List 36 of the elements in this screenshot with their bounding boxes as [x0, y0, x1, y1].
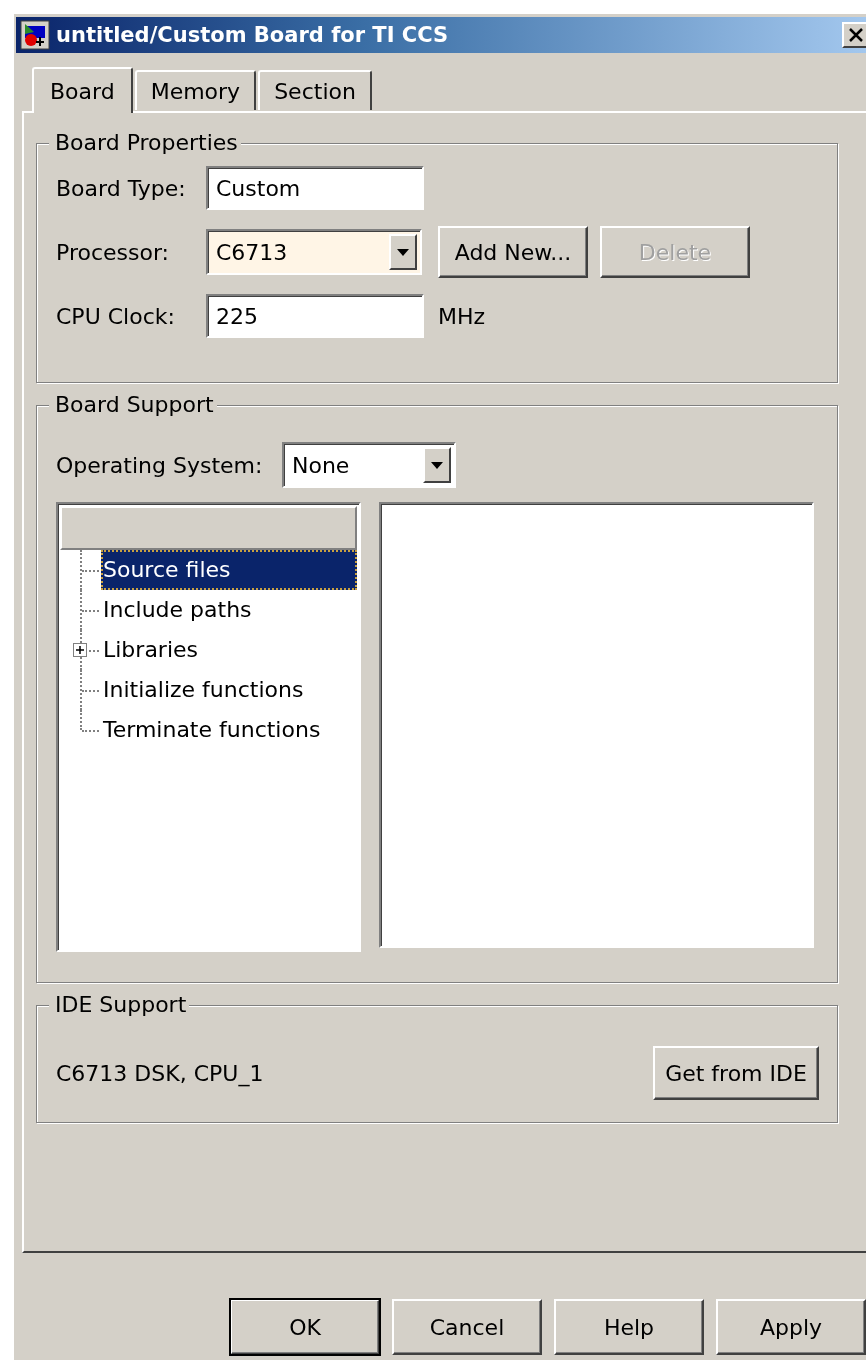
app-icon — [20, 20, 50, 50]
field-label: Processor: — [56, 239, 170, 265]
tree-item[interactable]: Source files — [101, 550, 357, 590]
tab[interactable]: Section — [258, 70, 372, 110]
expand-icon[interactable] — [73, 643, 87, 657]
dialog-button[interactable]: Cancel — [392, 1299, 542, 1355]
dialog-button[interactable]: Help — [554, 1299, 704, 1355]
caret-icon — [397, 248, 409, 256]
dropdown-value: None — [292, 452, 351, 478]
tree-view[interactable]: Source files Include paths Libraries Initialize functions Terminate functions — [56, 502, 361, 952]
tree-item[interactable]: Initialize functions — [101, 670, 306, 710]
close-icon — [848, 28, 864, 42]
tree-item[interactable]: Terminate functions — [101, 710, 323, 750]
tree-item[interactable]: Libraries — [101, 630, 200, 670]
dropdown-value: C6713 — [216, 239, 289, 265]
dropdown-button[interactable] — [423, 447, 451, 483]
tab[interactable]: Board — [32, 67, 133, 113]
get-from-ide-button[interactable]: Get from IDE — [653, 1046, 819, 1100]
dropdown-button[interactable] — [389, 234, 417, 270]
caret-icon — [431, 461, 443, 469]
dropdown[interactable]: None — [282, 442, 456, 488]
add-new-button[interactable]: Add New... — [438, 226, 588, 278]
field-label: Operating System: — [56, 452, 264, 478]
text-field[interactable]: 225 — [206, 294, 424, 338]
unit-label: MHz — [438, 303, 486, 329]
field-label: CPU Clock: — [56, 303, 176, 329]
tab[interactable]: Memory — [134, 70, 257, 110]
text-field[interactable]: Custom — [206, 166, 424, 210]
dialog-button[interactable]: OK — [230, 1299, 380, 1355]
close-button[interactable] — [842, 22, 866, 48]
dropdown[interactable]: C6713 — [206, 229, 422, 275]
dialog-button[interactable]: Apply — [716, 1299, 866, 1355]
window-title: untitled/Custom Board for TI CCS — [56, 23, 450, 47]
tree-item[interactable]: Include paths — [101, 590, 254, 630]
ide-info: C6713 DSK, CPU_1 — [56, 1060, 264, 1086]
field-label: Board Type: — [56, 175, 187, 201]
